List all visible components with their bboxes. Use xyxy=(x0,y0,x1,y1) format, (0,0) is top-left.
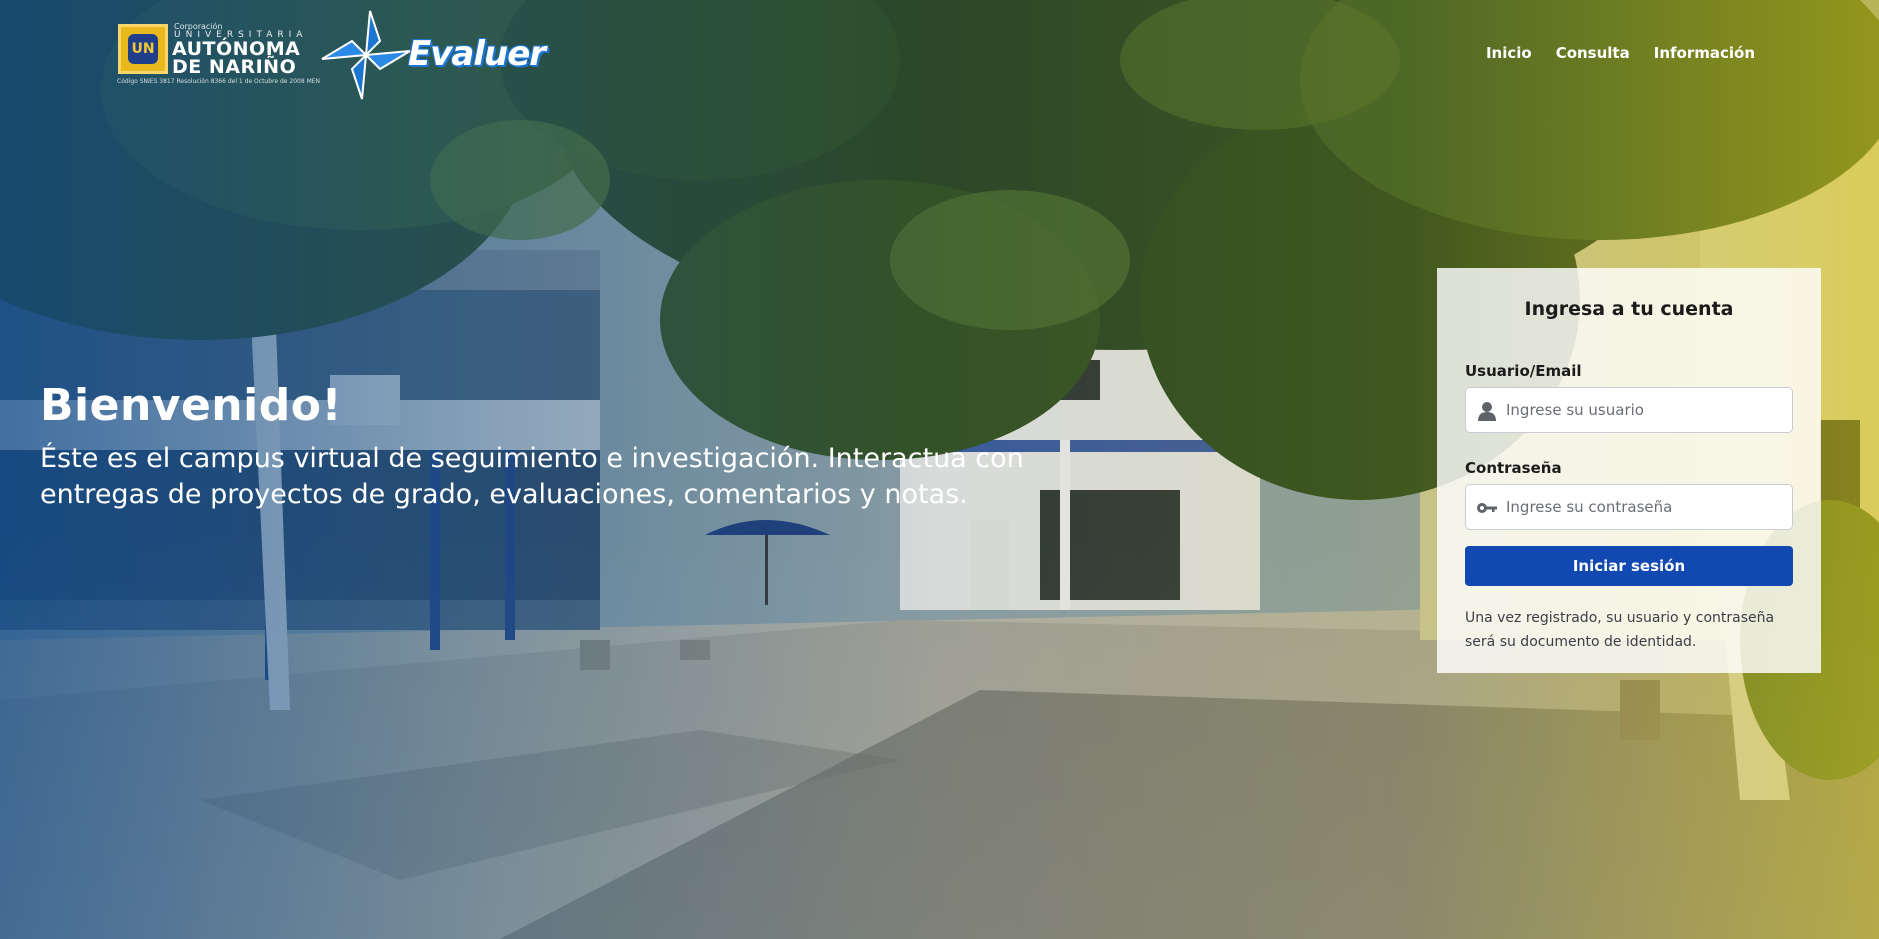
brand-name: Evaluer xyxy=(408,34,546,74)
nav-inicio[interactable]: Inicio xyxy=(1474,44,1544,62)
evaluer-logo[interactable]: Evaluer xyxy=(320,8,546,102)
university-seal: UN xyxy=(118,24,168,74)
login-card: Ingresa a tu cuenta Usuario/Email Contra… xyxy=(1437,268,1821,673)
logo-name-line2: DE NARIÑO xyxy=(172,56,297,78)
hero-title: Bienvenido! xyxy=(40,380,343,431)
seal-mark: UN xyxy=(128,34,158,64)
main-nav: Inicio Consulta Información xyxy=(1474,44,1767,62)
user-input[interactable] xyxy=(1506,388,1786,432)
hero-text: Éste es el campus virtual de seguimiento… xyxy=(40,443,1024,510)
user-field[interactable] xyxy=(1465,387,1793,433)
password-input[interactable] xyxy=(1506,485,1786,529)
password-label: Contraseña xyxy=(1465,459,1562,477)
user-label: Usuario/Email xyxy=(1465,362,1582,380)
pinwheel-icon xyxy=(321,10,411,100)
login-note: Una vez registrado, su usuario y contras… xyxy=(1465,610,1775,650)
user-icon xyxy=(1478,402,1496,421)
header: UN Corporación UNIVERSITARIA AUTÓNOMA DE… xyxy=(0,0,1879,100)
university-logo[interactable]: UN Corporación UNIVERSITARIA AUTÓNOMA DE… xyxy=(110,18,320,88)
login-button[interactable]: Iniciar sesión xyxy=(1465,546,1793,586)
password-field[interactable] xyxy=(1465,484,1793,530)
hero: Bienvenido! Éste es el campus virtual de… xyxy=(40,380,1030,513)
login-title: Ingresa a tu cuenta xyxy=(1524,298,1734,320)
key-icon xyxy=(1477,503,1497,513)
nav-consulta[interactable]: Consulta xyxy=(1544,44,1642,62)
nav-informacion[interactable]: Información xyxy=(1642,44,1767,62)
logo-code: Código SNIES 3817 Resolución 8366 del 1 … xyxy=(117,78,321,85)
